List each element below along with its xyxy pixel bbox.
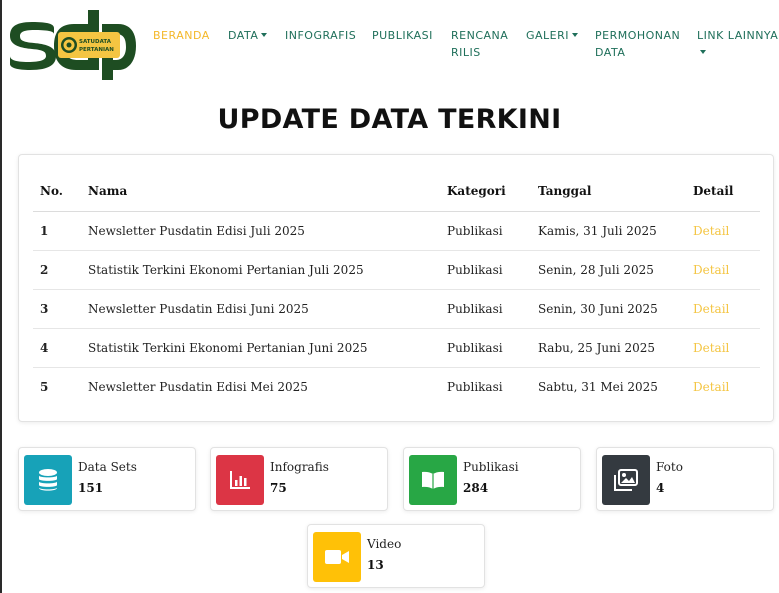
header-kategori: Kategori — [440, 172, 531, 212]
stat-value: 284 — [463, 481, 489, 495]
row-nama: Newsletter Pusdatin Edisi Juni 2025 — [81, 289, 440, 329]
page-title: UPDATE DATA TERKINI — [217, 104, 562, 135]
row-no: 4 — [33, 328, 81, 368]
row-tanggal: Rabu, 25 Juni 2025 — [531, 328, 693, 368]
row-kategori: Publikasi — [440, 211, 531, 251]
stat-value: 151 — [78, 481, 104, 495]
stat-card-publikasi[interactable]: Publikasi 284 — [403, 447, 581, 511]
row-no: 1 — [33, 211, 81, 251]
table-row: 5 Newsletter Pusdatin Edisi Mei 2025 Pub… — [33, 367, 760, 406]
nav-permohonan-data[interactable]: PERMOHONAN DATA — [595, 27, 680, 61]
detail-link[interactable]: Detail — [693, 224, 729, 238]
row-nama: Statistik Terkini Ekonomi Pertanian Juli… — [81, 250, 440, 290]
stat-value: 75 — [270, 481, 287, 495]
header-tanggal: Tanggal — [531, 172, 693, 212]
sdp-logo[interactable]: SATUDATA PERTANIAN — [8, 6, 136, 82]
row-no: 2 — [33, 250, 81, 290]
stat-label: Data Sets — [78, 460, 137, 474]
stat-label: Foto — [656, 460, 683, 474]
row-no: 5 — [40, 379, 49, 394]
caret-down-icon — [261, 33, 268, 37]
nav-infografis[interactable]: INFOGRAFIS — [285, 27, 356, 44]
detail-link[interactable]: Detail — [693, 341, 729, 355]
caret-down-icon — [572, 33, 579, 37]
table-row: 4 Statistik Terkini Ekonomi Pertanian Ju… — [33, 328, 760, 368]
row-no: 3 — [33, 289, 81, 329]
nav-galeri[interactable]: GALERI — [526, 27, 579, 44]
nav-publikasi[interactable]: PUBLIKASI — [372, 27, 433, 44]
stat-label: Infografis — [270, 460, 329, 474]
row-nama: Newsletter Pusdatin Edisi Juli 2025 — [81, 211, 440, 251]
stat-label: Video — [367, 537, 402, 551]
row-tanggal: Sabtu, 31 Mei 2025 — [538, 379, 658, 394]
row-nama: Statistik Terkini Ekonomi Pertanian Juni… — [81, 328, 440, 368]
stat-label: Publikasi — [463, 460, 519, 474]
row-nama: Newsletter Pusdatin Edisi Mei 2025 — [88, 379, 308, 394]
nav-rencana-rilis[interactable]: RENCANA RILIS — [451, 27, 508, 61]
main-nav: BERANDA DATA INFOGRAFIS PUBLIKASI RENCAN… — [150, 27, 779, 67]
stat-card-video[interactable]: Video 13 — [307, 524, 485, 588]
header-no: No. — [33, 172, 81, 212]
row-tanggal: Kamis, 31 Juli 2025 — [531, 211, 693, 251]
row-kategori: Publikasi — [440, 328, 531, 368]
row-tanggal: Senin, 28 Juli 2025 — [531, 250, 693, 290]
stat-card-data-sets[interactable]: Data Sets 151 — [18, 447, 196, 511]
table-row: 2 Statistik Terkini Ekonomi Pertanian Ju… — [33, 250, 760, 290]
photo-icon — [602, 455, 650, 505]
video-camera-icon — [313, 532, 361, 582]
svg-text:SATUDATA: SATUDATA — [79, 39, 112, 45]
nav-data[interactable]: DATA — [228, 27, 268, 44]
row-tanggal: Senin, 30 Juni 2025 — [531, 289, 693, 329]
open-book-icon — [409, 455, 457, 505]
stat-card-foto[interactable]: Foto 4 — [596, 447, 774, 511]
detail-link[interactable]: Detail — [693, 380, 729, 394]
table-header-row: No. Nama Kategori Tanggal Detail — [33, 172, 760, 212]
row-kategori: Publikasi — [447, 379, 503, 394]
header-nama: Nama — [81, 172, 440, 212]
header-detail: Detail — [693, 172, 760, 212]
stat-value: 4 — [656, 481, 665, 495]
detail-link[interactable]: Detail — [693, 302, 729, 316]
row-kategori: Publikasi — [440, 289, 531, 329]
row-kategori: Publikasi — [440, 250, 531, 290]
svg-text:PERTANIAN: PERTANIAN — [79, 47, 114, 53]
sdp-logo-graphic: SATUDATA PERTANIAN — [10, 10, 136, 80]
table-row: 1 Newsletter Pusdatin Edisi Juli 2025 Pu… — [33, 211, 760, 251]
nav-beranda[interactable]: BERANDA — [153, 27, 210, 44]
table-row: 3 Newsletter Pusdatin Edisi Juni 2025 Pu… — [33, 289, 760, 329]
stat-card-infografis[interactable]: Infografis 75 — [210, 447, 388, 511]
caret-down-icon — [700, 50, 706, 54]
update-data-card: No. Nama Kategori Tanggal Detail 1 Newsl… — [18, 154, 774, 422]
nav-link-lainnya[interactable]: LINK LAINNYA — [697, 27, 779, 61]
database-icon — [24, 455, 72, 505]
update-data-table: No. Nama Kategori Tanggal Detail 1 Newsl… — [33, 172, 760, 406]
detail-link[interactable]: Detail — [693, 263, 729, 277]
bar-chart-icon — [216, 455, 264, 505]
stat-value: 13 — [367, 558, 384, 572]
